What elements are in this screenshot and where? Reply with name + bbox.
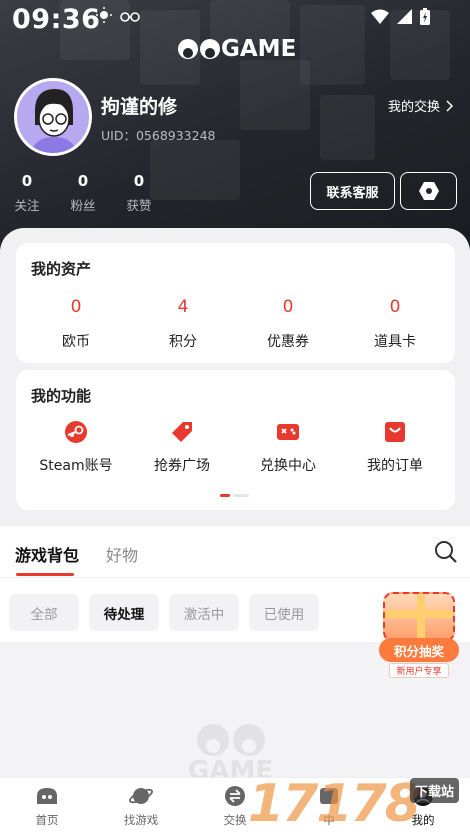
promo-subtitle: 新用户专享: [389, 663, 449, 678]
function-steam-account[interactable]: Steam账号: [26, 420, 126, 475]
promo-title: 积分抽奖: [379, 638, 459, 662]
battery-icon: [420, 8, 430, 29]
asset-item-cards[interactable]: 0 道具卡: [350, 297, 440, 351]
stat-label: 粉丝: [70, 198, 96, 213]
stat-label: 获赞: [126, 198, 152, 213]
function-my-orders[interactable]: 我的订单: [345, 420, 445, 475]
nav-label: 找游戏: [123, 813, 159, 827]
background-tile: [240, 60, 310, 130]
tab-goods[interactable]: 好物: [106, 542, 138, 566]
app-logo: GAME: [177, 36, 296, 62]
home-icon: [35, 784, 59, 808]
user-id: UID：0568933248: [101, 128, 216, 143]
watermark-text: 17178: [248, 774, 421, 834]
function-label: 我的订单: [367, 458, 423, 474]
carousel-indicator: [220, 494, 249, 497]
asset-label: 积分: [169, 334, 197, 350]
asset-value: 0: [282, 297, 294, 317]
brightness-icon: [96, 7, 112, 27]
asset-coupons[interactable]: 0 优惠券: [243, 297, 333, 351]
gift-box-icon: [383, 592, 455, 642]
empty-logo-eyes-icon: [196, 724, 265, 756]
function-label: 兑换中心: [260, 458, 316, 474]
indicator-inactive: [233, 494, 249, 497]
asset-value: 0: [70, 297, 82, 317]
backpack-tabs: 游戏背包 好物: [0, 526, 470, 578]
filter-used[interactable]: 已使用: [249, 594, 319, 631]
search-icon[interactable]: [434, 540, 458, 568]
signal-icon: [397, 9, 412, 28]
planet-icon: [129, 784, 153, 808]
steam-icon: [64, 420, 88, 444]
asset-value: 0: [389, 297, 401, 317]
asset-label: 欧币: [62, 334, 90, 350]
avatar[interactable]: [14, 78, 92, 156]
my-exchange-link[interactable]: 我的交换: [388, 96, 454, 115]
nav-find-games[interactable]: 找游戏: [111, 784, 171, 828]
stat-value: 0: [77, 172, 89, 190]
hexagon-settings-icon: [418, 182, 439, 200]
exchange-icon: [223, 784, 247, 808]
function-label: 抢券广场: [154, 458, 210, 474]
assets-title: 我的资产: [31, 260, 92, 278]
stat-followers[interactable]: 0 粉丝: [58, 172, 108, 214]
filter-active[interactable]: 激活中: [169, 594, 239, 631]
asset-label: 优惠券: [267, 334, 309, 350]
function-label: Steam账号: [39, 458, 113, 474]
tab-active-underline: [16, 573, 74, 576]
gamepad-exchange-icon: [276, 420, 300, 444]
username: 拘谨的修: [101, 96, 178, 118]
filter-pending[interactable]: 待处理: [89, 594, 159, 631]
stat-label: 关注: [14, 198, 40, 213]
asset-value: 4: [177, 297, 189, 317]
filter-all[interactable]: 全部: [9, 594, 79, 631]
status-time: 09:36: [12, 4, 101, 35]
asset-points[interactable]: 4 积分: [138, 297, 228, 351]
logo-text: GAME: [221, 36, 297, 62]
coupon-tag-icon: [170, 420, 194, 444]
shopping-bag-icon: [383, 420, 407, 444]
chevron-right-icon: [446, 99, 454, 112]
customer-service-button[interactable]: 联系客服: [310, 172, 395, 210]
logo-eyes-icon: [178, 39, 220, 59]
nav-home[interactable]: 首页: [17, 784, 77, 828]
tab-game-backpack[interactable]: 游戏背包: [15, 542, 79, 566]
function-coupon-square[interactable]: 抢券广场: [132, 420, 232, 475]
indicator-active: [220, 494, 230, 497]
avatar-illustration-icon: [31, 89, 77, 153]
background-tile: [320, 95, 375, 160]
watermark: 17178 下载站: [246, 772, 470, 836]
stat-value: 0: [133, 172, 145, 190]
nav-label: 首页: [35, 813, 59, 827]
functions-card: 我的功能 Steam账号 抢券广场 兑换中心 我的订单: [16, 370, 455, 510]
asset-ou-coin[interactable]: 0 欧币: [31, 297, 121, 351]
stat-likes[interactable]: 0 获赞: [114, 172, 164, 214]
wifi-icon: [371, 9, 389, 28]
stat-following[interactable]: 0 关注: [2, 172, 52, 214]
status-bar: 09:36: [0, 0, 470, 40]
assets-card: 我的资产 0 欧币 4 积分 0 优惠券 0 道具卡: [16, 243, 455, 363]
my-exchange-label: 我的交换: [387, 100, 440, 115]
function-exchange-center[interactable]: 兑换中心: [238, 420, 338, 475]
functions-title: 我的功能: [31, 387, 92, 405]
glasses-icon: [120, 8, 140, 27]
watermark-badge: 下载站: [410, 778, 460, 803]
settings-button[interactable]: [400, 172, 457, 210]
asset-label: 道具卡: [374, 334, 416, 350]
stat-value: 0: [21, 172, 33, 190]
points-lottery-promo[interactable]: 积分抽奖 新用户专享: [377, 588, 461, 680]
